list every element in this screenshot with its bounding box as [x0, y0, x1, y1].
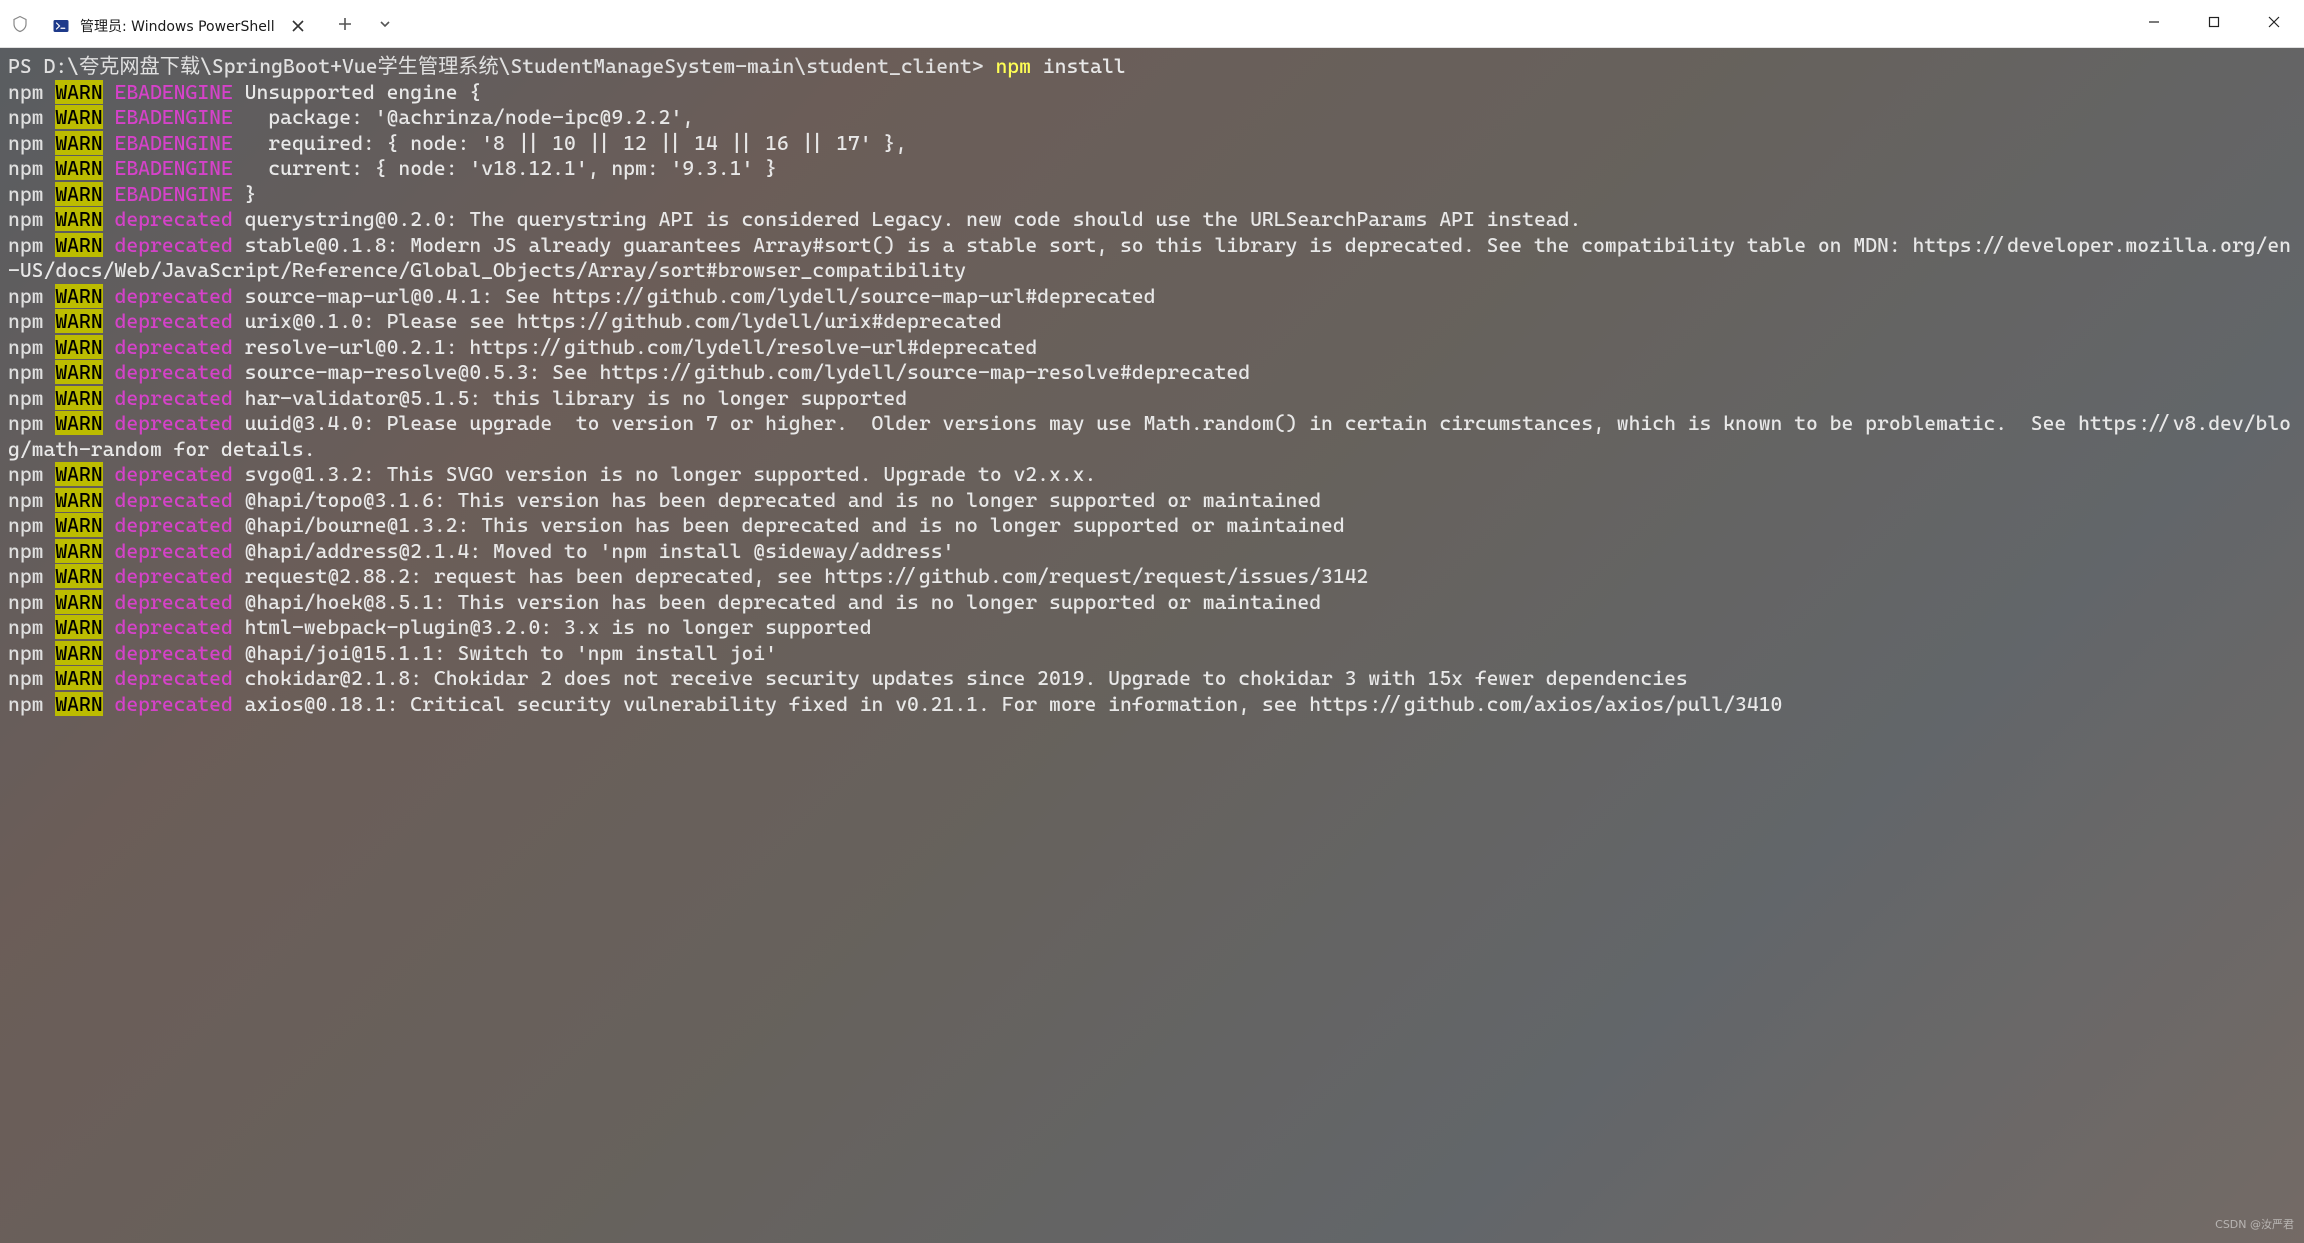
dep-axios: axios@0.18.1: Critical security vulnerab…	[233, 692, 1783, 716]
tab-powershell[interactable]: 管理员: Windows PowerShell	[38, 6, 325, 46]
deprecated-label: deprecated	[115, 207, 233, 231]
dep-hapi-address: @hapi/address@2.1.4: Moved to 'npm insta…	[233, 539, 955, 563]
command-npm: npm	[995, 54, 1031, 78]
powershell-icon	[52, 17, 70, 35]
engine-msg-4: current: { node: 'v18.12.1', npm: '9.3.1…	[233, 156, 777, 180]
dep-hapi-joi: @hapi/joi@15.1.1: Switch to 'npm install…	[233, 641, 777, 665]
warn-label: WARN	[55, 80, 102, 104]
tab-close-button[interactable]	[285, 13, 311, 39]
dep-urix: urix@0.1.0: Please see https://github.co…	[233, 309, 1002, 333]
command-args: install	[1031, 54, 1126, 78]
tab-dropdown-button[interactable]	[365, 4, 405, 44]
engine-msg-5: }	[233, 182, 257, 206]
dep-html-webpack-plugin: html-webpack-plugin@3.2.0: 3.x is no lon…	[233, 615, 872, 639]
engine-msg-1: Unsupported engine {	[233, 80, 481, 104]
dep-source-map-resolve: source-map-resolve@0.5.3: See https://gi…	[233, 360, 1250, 384]
dep-hapi-hoek: @hapi/hoek@8.5.1: This version has been …	[233, 590, 1321, 614]
app-icon	[10, 14, 30, 34]
new-tab-button[interactable]	[325, 4, 365, 44]
maximize-button[interactable]	[2184, 0, 2244, 44]
dep-svgo: svgo@1.3.2: This SVGO version is no long…	[233, 462, 1097, 486]
dep-uuid: uuid@3.4.0: Please upgrade to version 7 …	[8, 411, 2291, 461]
close-button[interactable]	[2244, 0, 2304, 44]
dep-har-validator: har-validator@5.1.5: this library is no …	[233, 386, 907, 410]
engine-msg-2: package: '@achrinza/node-ipc@9.2.2',	[233, 105, 694, 129]
minimize-button[interactable]	[2124, 0, 2184, 44]
dep-hapi-topo: @hapi/topo@3.1.6: This version has been …	[233, 488, 1321, 512]
window-controls	[2124, 0, 2304, 48]
title-bar: 管理员: Windows PowerShell	[0, 0, 2304, 48]
dep-resolve-url: resolve-url@0.2.1: https://github.com/ly…	[233, 335, 1037, 359]
prompt-path: PS D:\夸克网盘下载\SpringBoot+Vue学生管理系统\Studen…	[8, 54, 995, 78]
dep-stable: stable@0.1.8: Modern JS already guarante…	[8, 233, 2291, 283]
watermark: CSDN @汝严君	[2215, 1212, 2294, 1238]
ebadengine-label: EBADENGINE	[115, 80, 233, 104]
terminal-output[interactable]: PS D:\夸克网盘下载\SpringBoot+Vue学生管理系统\Studen…	[0, 48, 2304, 1243]
dep-chokidar: chokidar@2.1.8: Chokidar 2 does not rece…	[233, 666, 1688, 690]
tab-title: 管理员: Windows PowerShell	[80, 16, 275, 36]
dep-request: request@2.88.2: request has been depreca…	[233, 564, 1369, 588]
dep-querystring: querystring@0.2.0: The querystring API i…	[233, 207, 1581, 231]
dep-source-map-url: source-map-url@0.4.1: See https://github…	[233, 284, 1156, 308]
dep-hapi-bourne: @hapi/bourne@1.3.2: This version has bee…	[233, 513, 1345, 537]
npm-label: npm	[8, 80, 44, 104]
engine-msg-3: required: { node: '8 || 10 || 12 || 14 |…	[233, 131, 907, 155]
